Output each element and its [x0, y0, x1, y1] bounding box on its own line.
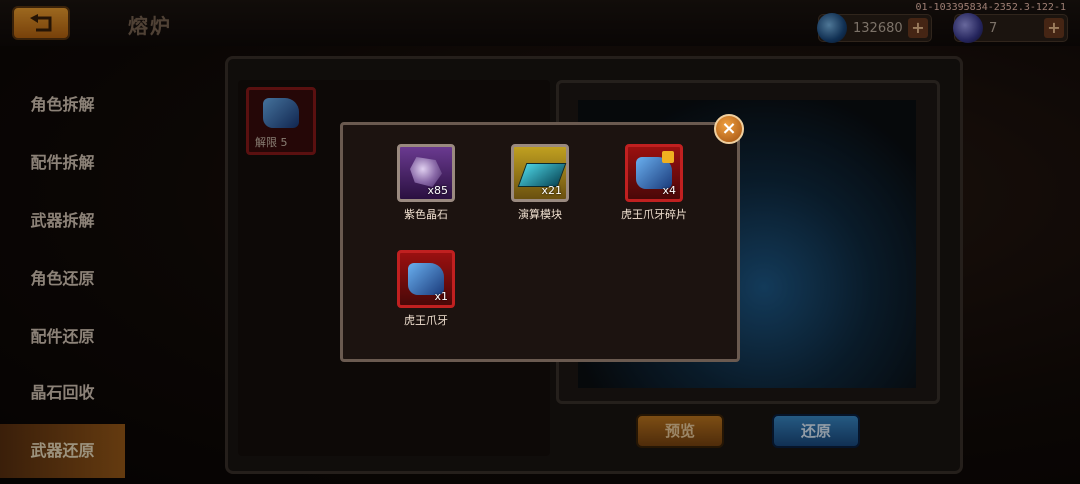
item-count: x85 — [427, 184, 448, 197]
item-name: 虎王爪牙 — [404, 314, 448, 327]
close-button[interactable]: × — [714, 114, 744, 144]
item-name: 虎王爪牙碎片 — [621, 208, 687, 221]
item-name: 演算模块 — [518, 208, 562, 221]
puzzle-piece-icon — [662, 151, 674, 163]
tiger-claw-shard-icon: x4 — [625, 144, 683, 202]
reward-item[interactable]: x1 虎王爪牙 — [376, 250, 476, 328]
reward-item[interactable]: x4 虎王爪牙碎片 — [604, 144, 704, 222]
reward-item[interactable]: x21 演算模块 — [490, 144, 590, 222]
reward-item[interactable]: x85 紫色晶石 — [376, 144, 476, 222]
item-count: x21 — [541, 184, 562, 197]
item-count: x1 — [434, 290, 448, 303]
item-name: 紫色晶石 — [404, 208, 448, 221]
item-count: x4 — [662, 184, 676, 197]
compute-module-icon: x21 — [511, 144, 569, 202]
tiger-claw-icon: x1 — [397, 250, 455, 308]
purple-crystal-icon: x85 — [397, 144, 455, 202]
crystal-shape — [410, 157, 442, 187]
